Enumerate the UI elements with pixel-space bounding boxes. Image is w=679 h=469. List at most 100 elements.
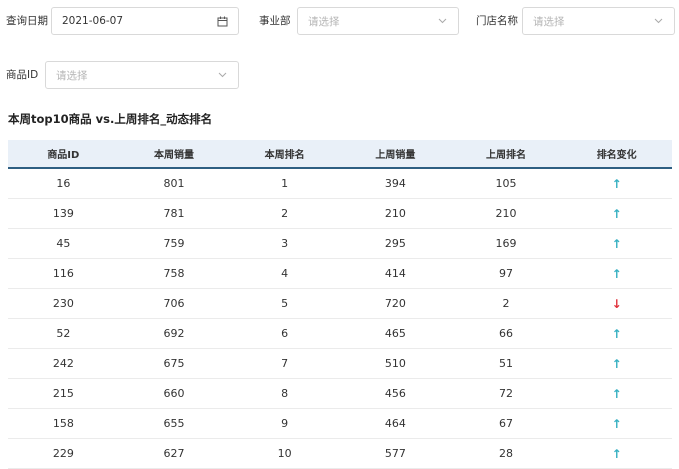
arrow-up-icon: ↑: [611, 386, 622, 401]
cell-product-id: 45: [56, 237, 71, 250]
cell-this-week-rank: 7: [281, 357, 289, 370]
cell-last-week-rank: 72: [499, 387, 514, 400]
cell-last-week-rank: 97: [499, 267, 514, 280]
table-row[interactable]: 139 781 2 210 210 ↑: [8, 199, 672, 229]
query-date-value: 2021-06-07: [62, 15, 124, 27]
cell-rank-change: ↑: [561, 387, 672, 401]
arrow-up-icon: ↑: [611, 416, 622, 431]
chevron-down-icon: [216, 69, 228, 81]
table-row[interactable]: 45 759 3 295 169 ↑: [8, 229, 672, 259]
cell-last-week-rank: 67: [499, 417, 514, 430]
cell-this-week-sales: 655: [163, 417, 185, 430]
header-last-week-rank[interactable]: 上周排名: [451, 146, 562, 161]
cell-last-week-sales: 295: [384, 237, 406, 250]
arrow-up-icon: ↑: [611, 236, 622, 251]
table-row[interactable]: 242 675 7 510 51 ↑: [8, 349, 672, 379]
cell-last-week-sales: 414: [384, 267, 406, 280]
store-name-select[interactable]: 请选择: [522, 7, 675, 35]
arrow-up-icon: ↑: [611, 266, 622, 281]
cell-last-week-rank: 66: [499, 327, 514, 340]
cell-product-id: 215: [52, 387, 74, 400]
cell-rank-change: ↑: [561, 447, 672, 461]
table-row[interactable]: 229 627 10 577 28 ↑: [8, 439, 672, 469]
cell-this-week-sales: 759: [163, 237, 185, 250]
cell-this-week-rank: 8: [281, 387, 289, 400]
header-this-week-sales[interactable]: 本周销量: [119, 146, 230, 161]
cell-this-week-rank: 1: [281, 177, 289, 190]
product-id-placeholder: 请选择: [56, 69, 88, 82]
cell-rank-change: ↑: [561, 237, 672, 251]
cell-last-week-rank: 169: [495, 237, 517, 250]
header-rank-change[interactable]: 排名变化: [561, 146, 672, 161]
cell-rank-change: ↑: [561, 267, 672, 281]
business-unit-select[interactable]: 请选择: [297, 7, 459, 35]
table-row[interactable]: 230 706 5 720 2 ↓: [8, 289, 672, 319]
section-title: 本周top10商品 vs.上周排名_动态排名: [8, 112, 213, 126]
cell-last-week-sales: 465: [384, 327, 406, 340]
cell-product-id: 229: [52, 447, 74, 460]
table-header: 商品ID 本周销量 本周排名 上周销量 上周排名 排名变化: [8, 140, 672, 169]
cell-rank-change: ↑: [561, 327, 672, 341]
cell-this-week-rank: 4: [281, 267, 289, 280]
cell-this-week-rank: 3: [281, 237, 289, 250]
cell-last-week-sales: 720: [384, 297, 406, 310]
cell-last-week-sales: 394: [384, 177, 406, 190]
cell-last-week-sales: 464: [384, 417, 406, 430]
cell-rank-change: ↑: [561, 417, 672, 431]
product-id-select[interactable]: 请选择: [45, 61, 239, 89]
cell-this-week-rank: 9: [281, 417, 289, 430]
ranking-table: 商品ID 本周销量 本周排名 上周销量 上周排名 排名变化 16 801 1 394 1…: [8, 140, 672, 469]
cell-this-week-sales: 692: [163, 327, 185, 340]
query-date-label: 查询日期: [6, 15, 48, 27]
arrow-up-icon: ↑: [611, 326, 622, 341]
cell-last-week-rank: 28: [499, 447, 514, 460]
header-this-week-rank[interactable]: 本周排名: [229, 146, 340, 161]
cell-this-week-rank: 6: [281, 327, 289, 340]
cell-rank-change: ↓: [561, 297, 672, 311]
table-row[interactable]: 215 660 8 456 72 ↑: [8, 379, 672, 409]
cell-this-week-rank: 5: [281, 297, 289, 310]
cell-this-week-sales: 660: [163, 387, 185, 400]
cell-this-week-rank: 2: [281, 207, 289, 220]
cell-last-week-rank: 105: [495, 177, 517, 190]
chevron-down-icon: [436, 15, 448, 27]
arrow-down-icon: ↓: [611, 296, 622, 311]
cell-this-week-sales: 801: [163, 177, 185, 190]
cell-product-id: 242: [52, 357, 74, 370]
cell-last-week-sales: 456: [384, 387, 406, 400]
cell-this-week-rank: 10: [277, 447, 292, 460]
header-last-week-sales[interactable]: 上周销量: [340, 146, 451, 161]
cell-rank-change: ↑: [561, 357, 672, 371]
cell-this-week-sales: 675: [163, 357, 185, 370]
cell-last-week-sales: 210: [384, 207, 406, 220]
table-row[interactable]: 158 655 9 464 67 ↑: [8, 409, 672, 439]
cell-last-week-rank: 210: [495, 207, 517, 220]
table-row[interactable]: 16 801 1 394 105 ↑: [8, 169, 672, 199]
cell-last-week-rank: 51: [499, 357, 514, 370]
cell-this-week-sales: 781: [163, 207, 185, 220]
store-name-label: 门店名称: [476, 15, 518, 27]
cell-this-week-sales: 706: [163, 297, 185, 310]
cell-last-week-sales: 510: [384, 357, 406, 370]
cell-product-id: 139: [52, 207, 74, 220]
dashboard-page: 查询日期 2021-06-07 事业部 请选择 门店名称 请选择 商品ID 请选…: [0, 0, 679, 469]
arrow-up-icon: ↑: [611, 206, 622, 221]
business-unit-label: 事业部: [259, 15, 291, 27]
store-name-placeholder: 请选择: [533, 15, 565, 28]
table-row[interactable]: 52 692 6 465 66 ↑: [8, 319, 672, 349]
arrow-up-icon: ↑: [611, 446, 622, 461]
cell-product-id: 52: [56, 327, 71, 340]
arrow-up-icon: ↑: [611, 356, 622, 371]
query-date-picker[interactable]: 2021-06-07: [51, 7, 239, 35]
table-row[interactable]: 116 758 4 414 97 ↑: [8, 259, 672, 289]
product-id-label: 商品ID: [6, 69, 39, 81]
cell-rank-change: ↑: [561, 207, 672, 221]
cell-last-week-sales: 577: [384, 447, 406, 460]
calendar-icon: [216, 15, 228, 27]
cell-last-week-rank: 2: [502, 297, 510, 310]
cell-product-id: 158: [52, 417, 74, 430]
header-product-id[interactable]: 商品ID: [8, 146, 119, 161]
cell-this-week-sales: 627: [163, 447, 185, 460]
chevron-down-icon: [652, 15, 664, 27]
cell-product-id: 16: [56, 177, 71, 190]
